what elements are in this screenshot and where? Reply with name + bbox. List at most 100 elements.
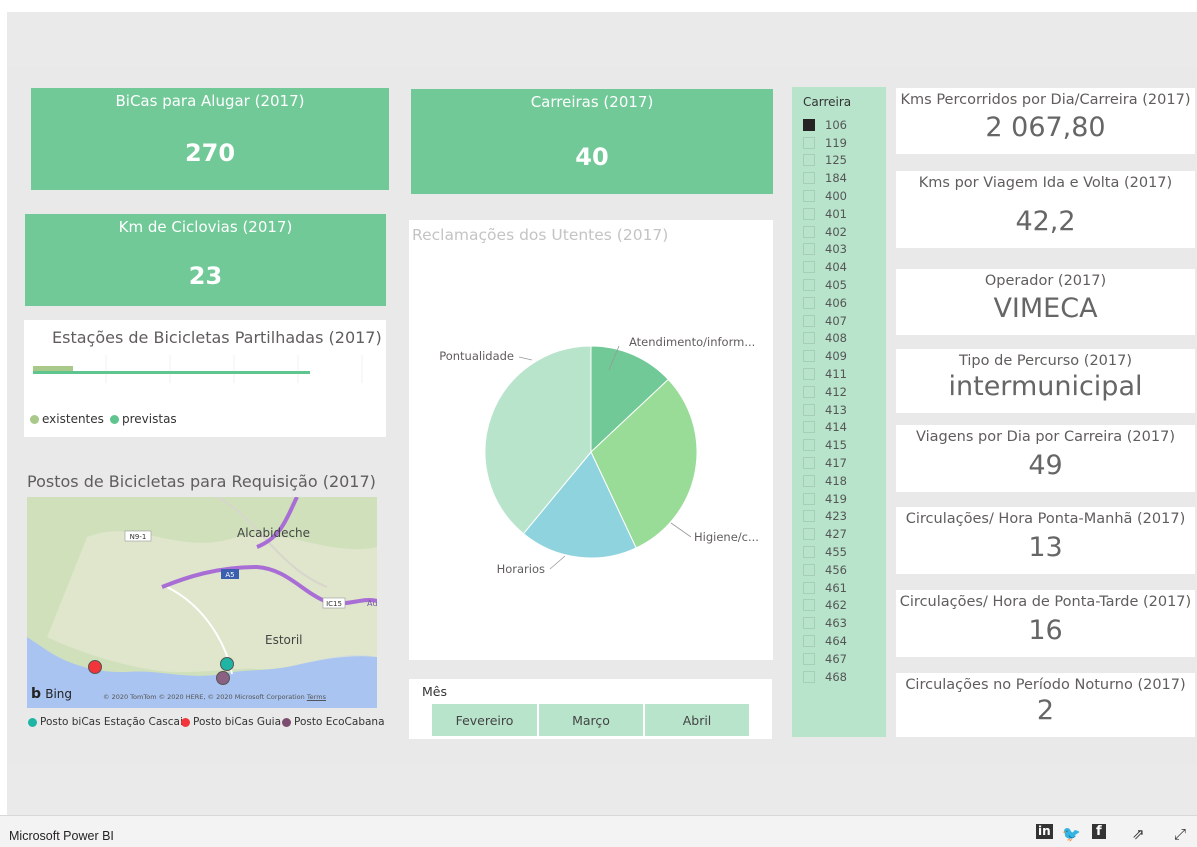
- checkbox-icon[interactable]: [803, 474, 815, 487]
- legend-posto-cascais[interactable]: Posto biCas Estação Cascais: [28, 716, 188, 728]
- checkbox-icon[interactable]: [803, 421, 815, 434]
- carreira-option-411[interactable]: 411: [803, 365, 847, 383]
- carreira-option-455[interactable]: 455: [803, 543, 847, 561]
- carreira-option-463[interactable]: 463: [803, 614, 847, 632]
- checkbox-icon[interactable]: [803, 279, 815, 292]
- legend-posto-ecocabana[interactable]: Posto EcoCabana: [282, 716, 385, 728]
- checkbox-icon[interactable]: [803, 243, 815, 256]
- carreira-option-184[interactable]: 184: [803, 169, 847, 187]
- carreira-option-456[interactable]: 456: [803, 561, 847, 579]
- power-bi-brand[interactable]: Microsoft Power BI: [9, 829, 114, 843]
- twitter-icon[interactable]: 🐦: [1062, 825, 1081, 843]
- carreira-option-119[interactable]: 119: [803, 134, 847, 152]
- carreira-option-400[interactable]: 400: [803, 187, 847, 205]
- carreira-option-403[interactable]: 403: [803, 241, 847, 259]
- checkbox-icon[interactable]: [803, 350, 815, 363]
- kpi-bicas-card[interactable]: BiCas para Alugar (2017) 270: [31, 88, 389, 190]
- checkbox-icon[interactable]: [803, 136, 815, 149]
- checkbox-icon[interactable]: [803, 652, 815, 665]
- carreira-option-406[interactable]: 406: [803, 294, 847, 312]
- checkbox-icon[interactable]: [803, 635, 815, 647]
- kpi-card-value: 49: [1028, 450, 1063, 481]
- checkbox-icon[interactable]: [803, 403, 815, 416]
- carreira-option-467[interactable]: 467: [803, 650, 847, 668]
- carreira-option-414[interactable]: 414: [803, 419, 847, 437]
- kpi-carreiras-value: 40: [575, 143, 609, 171]
- linkedin-icon[interactable]: in: [1036, 824, 1053, 839]
- checkbox-icon[interactable]: [803, 385, 815, 398]
- legend-existentes[interactable]: existentes: [30, 412, 104, 426]
- kpi-card-5[interactable]: Viagens por Dia por Carreira (2017) 49: [896, 425, 1195, 492]
- checkbox-icon[interactable]: [803, 207, 815, 220]
- checkbox-icon[interactable]: [803, 492, 815, 505]
- checkbox-icon[interactable]: [803, 172, 815, 185]
- checkbox-icon[interactable]: [803, 510, 815, 523]
- reclamacoes-panel[interactable]: Reclamações dos Utentes (2017) Atendimen…: [409, 220, 773, 660]
- carreira-option-label: 413: [825, 402, 847, 417]
- kpi-card-6[interactable]: Circulações/ Hora Ponta-Manhã (2017) 13: [896, 507, 1195, 574]
- checkbox-icon[interactable]: [803, 261, 815, 274]
- kpi-ciclovias-card[interactable]: Km de Ciclovias (2017) 23: [25, 214, 386, 306]
- carreira-option-461[interactable]: 461: [803, 579, 847, 597]
- carreira-option-408[interactable]: 408: [803, 330, 847, 348]
- legend-previstas[interactable]: previstas: [110, 412, 177, 426]
- mes-option-marco[interactable]: Março: [539, 704, 643, 736]
- checkbox-icon[interactable]: [803, 563, 815, 576]
- carreira-option-418[interactable]: 418: [803, 472, 847, 490]
- map-terms-link[interactable]: Terms: [307, 693, 326, 701]
- checkbox-icon[interactable]: [803, 457, 815, 470]
- kpi-carreiras-card[interactable]: Carreiras (2017) 40: [411, 89, 773, 194]
- carreira-option-409[interactable]: 409: [803, 347, 847, 365]
- carreira-option-415[interactable]: 415: [803, 436, 847, 454]
- kpi-card-1[interactable]: Kms Percorridos por Dia/Carreira (2017) 2…: [896, 88, 1195, 154]
- estacoes-panel[interactable]: Estações de Bicicletas Partilhadas (2017…: [24, 320, 386, 437]
- share-icon[interactable]: ⇗: [1132, 825, 1145, 843]
- carreira-option-402[interactable]: 402: [803, 223, 847, 241]
- checkbox-icon[interactable]: [803, 439, 815, 452]
- carreira-option-423[interactable]: 423: [803, 508, 847, 526]
- checkbox-icon[interactable]: [803, 190, 815, 203]
- checkbox-icon[interactable]: [803, 368, 815, 381]
- checkbox-icon[interactable]: [803, 296, 815, 309]
- checkbox-icon[interactable]: [803, 581, 815, 594]
- fullscreen-icon[interactable]: ⤢: [1174, 825, 1186, 843]
- carreira-option-405[interactable]: 405: [803, 276, 847, 294]
- facebook-icon[interactable]: f: [1092, 824, 1106, 839]
- kpi-card-7[interactable]: Circulações/ Hora de Ponta-Tarde (2017) 1…: [896, 590, 1195, 657]
- checkbox-icon[interactable]: [803, 599, 815, 612]
- carreira-option-401[interactable]: 401: [803, 205, 847, 223]
- carreira-option-407[interactable]: 407: [803, 312, 847, 330]
- checkbox-icon[interactable]: [803, 314, 815, 327]
- report-bottom-band: [7, 763, 1197, 815]
- checkbox-icon[interactable]: [803, 546, 815, 559]
- carreira-option-417[interactable]: 417: [803, 454, 847, 472]
- checkbox-icon[interactable]: [803, 118, 815, 131]
- checkbox-icon[interactable]: [803, 154, 815, 167]
- kpi-card-3[interactable]: Operador (2017) VIMECA: [896, 269, 1195, 335]
- checkbox-icon[interactable]: [803, 225, 815, 238]
- carreira-option-404[interactable]: 404: [803, 258, 847, 276]
- carreira-option-468[interactable]: 468: [803, 668, 847, 686]
- carreira-option-125[interactable]: 125: [803, 152, 847, 170]
- carreira-option-label: 418: [825, 473, 847, 488]
- carreira-option-419[interactable]: 419: [803, 490, 847, 508]
- mes-option-fevereiro[interactable]: Fevereiro: [432, 704, 537, 736]
- checkbox-icon[interactable]: [803, 670, 815, 683]
- checkbox-icon[interactable]: [803, 332, 815, 345]
- kpi-card-8[interactable]: Circulações no Período Noturno (2017) 2: [896, 673, 1195, 737]
- carreira-option-462[interactable]: 462: [803, 597, 847, 615]
- checkbox-icon[interactable]: [803, 528, 815, 541]
- carreira-option-label: 461: [825, 580, 847, 595]
- carreira-option-412[interactable]: 412: [803, 383, 847, 401]
- checkbox-icon[interactable]: [803, 617, 815, 630]
- mes-option-abril[interactable]: Abril: [645, 704, 749, 736]
- legend-posto-guia[interactable]: Posto biCas Guia: [181, 716, 281, 728]
- carreira-option-106[interactable]: 106: [803, 116, 847, 134]
- carreira-option-427[interactable]: 427: [803, 525, 847, 543]
- kpi-card-2[interactable]: Kms por Viagem Ida e Volta (2017) 42,2: [896, 171, 1195, 248]
- carreira-option-label: 106: [825, 117, 847, 132]
- kpi-card-4[interactable]: Tipo de Percurso (2017) intermunicipal: [896, 349, 1195, 413]
- carreira-option-464[interactable]: 464: [803, 632, 847, 650]
- map-visual[interactable]: N9-1 A5 IC15 Auto Alcabideche Estoril b …: [27, 497, 377, 708]
- carreira-option-413[interactable]: 413: [803, 401, 847, 419]
